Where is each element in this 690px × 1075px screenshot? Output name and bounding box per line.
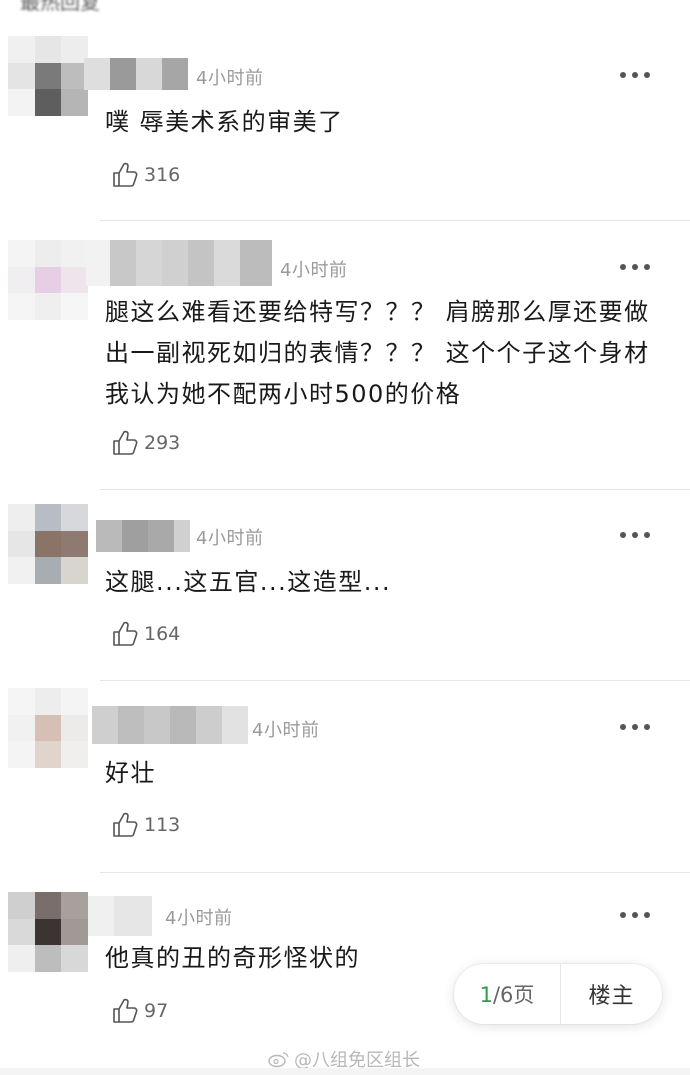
bottom-strip <box>0 1068 690 1075</box>
comment-text: 好壮 <box>105 759 156 787</box>
like-button[interactable]: 164 <box>110 619 180 649</box>
more-dots-icon[interactable] <box>620 910 650 920</box>
like-button[interactable]: 316 <box>110 160 180 190</box>
divider <box>100 220 690 221</box>
comment-text: 这腿...这五官...这造型... <box>105 568 392 596</box>
op-only-button[interactable]: 楼主 <box>561 978 662 1010</box>
more-dots-icon[interactable] <box>620 262 650 272</box>
username-redacted[interactable] <box>84 58 188 90</box>
divider <box>100 680 690 681</box>
avatar[interactable] <box>8 892 88 972</box>
thumb-up-icon <box>113 812 138 837</box>
like-count: 164 <box>144 623 181 645</box>
thumb-up-icon <box>113 998 138 1023</box>
weibo-logo-icon <box>268 1052 289 1068</box>
avatar[interactable] <box>8 240 88 320</box>
username-redacted[interactable] <box>96 520 190 552</box>
avatar[interactable] <box>8 36 88 116</box>
thumb-up-icon <box>113 621 138 646</box>
comment-time: 4小时前 <box>252 720 320 741</box>
like-count: 316 <box>144 164 181 186</box>
username-redacted[interactable] <box>86 240 272 286</box>
like-button[interactable]: 113 <box>110 810 180 840</box>
page-indicator[interactable]: 1/6页 <box>454 979 560 1009</box>
comment-time: 4小时前 <box>196 528 264 549</box>
like-button[interactable]: 293 <box>110 428 180 458</box>
divider <box>100 872 690 873</box>
current-page: 1 <box>479 983 493 1007</box>
avatar[interactable] <box>8 504 88 584</box>
total-pages: /6页 <box>492 983 535 1007</box>
like-count: 293 <box>144 432 181 454</box>
thumb-up-icon <box>113 162 138 187</box>
comment-time: 4小时前 <box>196 68 264 89</box>
thumb-up-icon <box>113 430 138 455</box>
comment-time: 4小时前 <box>165 908 233 929</box>
more-dots-icon[interactable] <box>620 722 650 732</box>
more-dots-icon[interactable] <box>620 70 650 80</box>
username-redacted[interactable] <box>88 896 152 936</box>
floating-pager: 1/6页 楼主 <box>454 964 662 1024</box>
like-count: 113 <box>144 814 181 836</box>
comment-text: 噗 辱美术系的审美了 <box>105 108 344 136</box>
comment-time: 4小时前 <box>280 260 348 281</box>
section-header-cut: 最热回复 <box>20 0 100 14</box>
more-dots-icon[interactable] <box>620 530 650 540</box>
comment-text: 腿这么难看还要给特写？？？ 肩膀那么厚还要做出一副视死如归的表情？？？ 这个个子… <box>105 298 650 408</box>
like-button[interactable]: 97 <box>110 996 168 1026</box>
avatar[interactable] <box>8 688 88 768</box>
comment-list-screen: 最热回复 4小时前 噗 辱美术系的审美了 316 4小时前 腿这么难看还要给特写… <box>0 0 690 1075</box>
like-count: 97 <box>144 1000 169 1022</box>
divider <box>100 489 690 490</box>
username-redacted[interactable] <box>92 706 248 744</box>
